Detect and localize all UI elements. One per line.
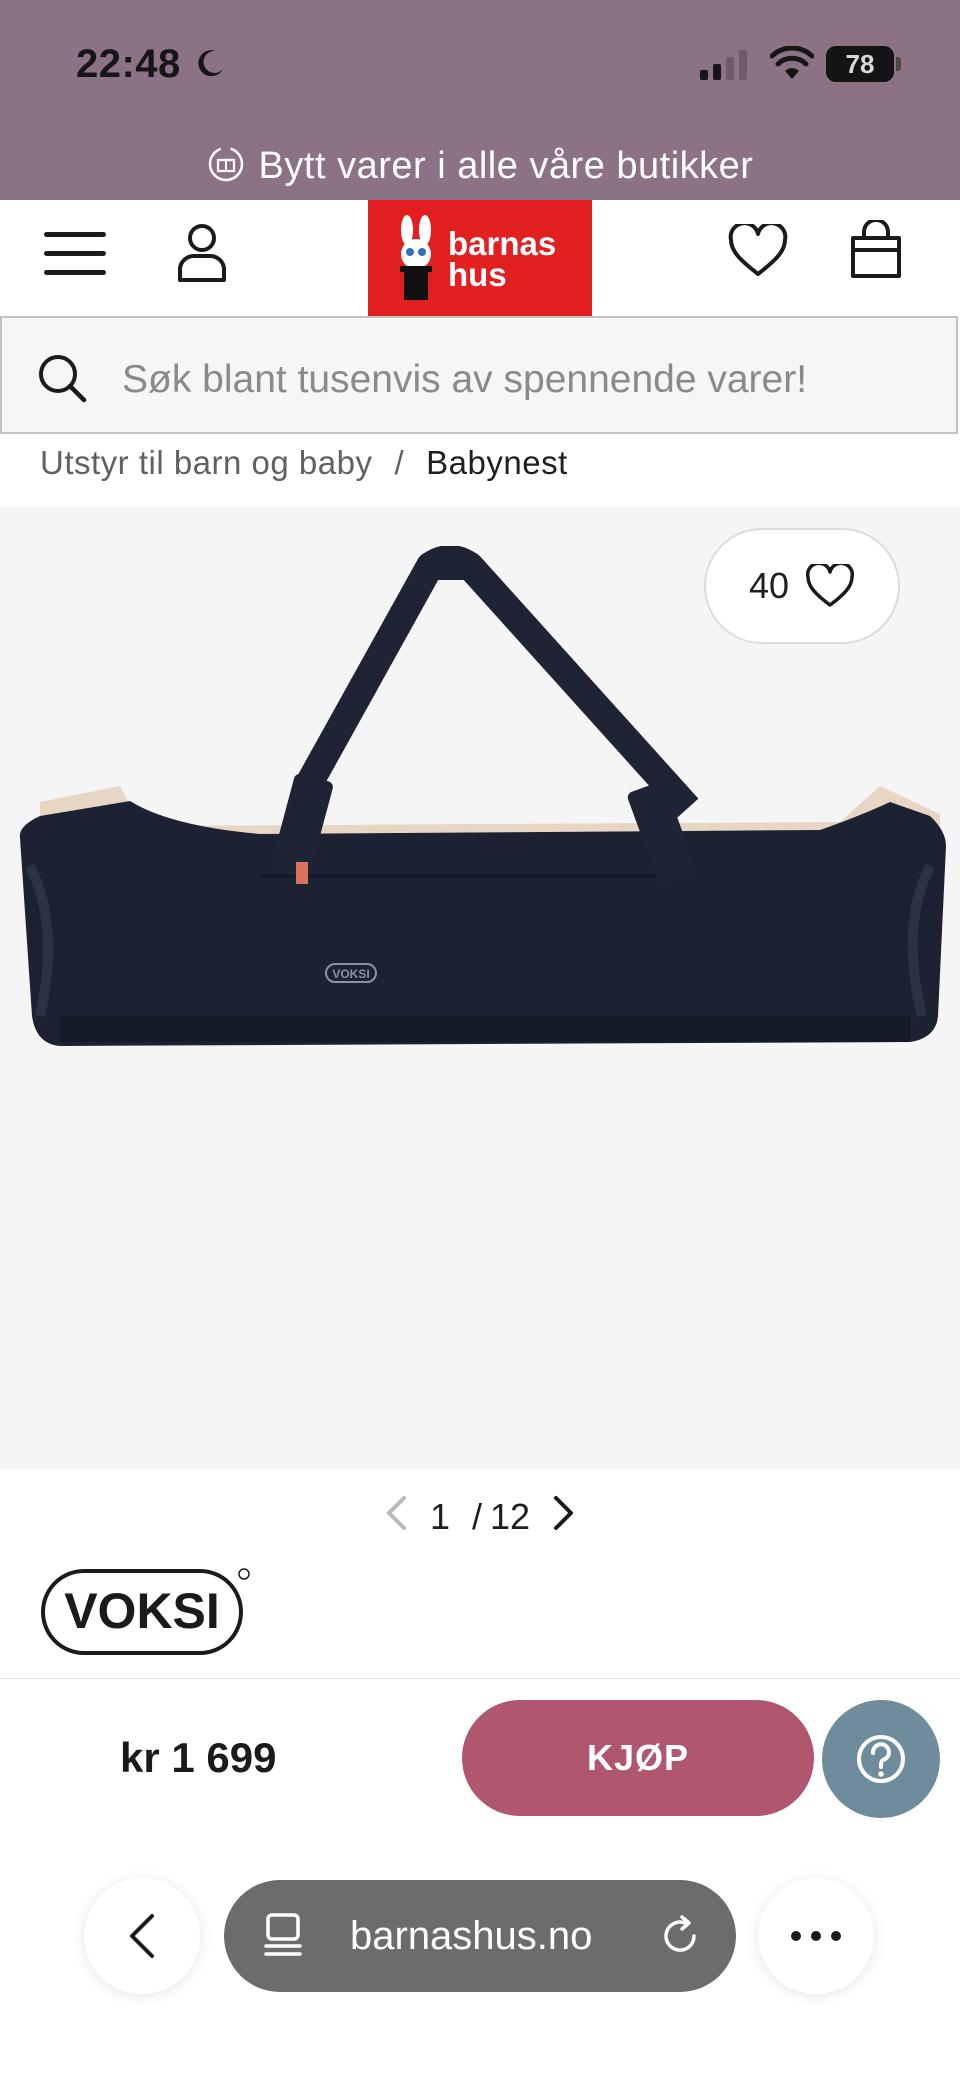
- site-logo[interactable]: barnas hus: [368, 200, 592, 316]
- gift-exchange-icon: [207, 145, 245, 188]
- search-icon[interactable]: [36, 352, 88, 409]
- breadcrumb-separator: /: [394, 444, 405, 481]
- promo-banner[interactable]: Bytt varer i alle våre butikker: [0, 132, 960, 200]
- favorite-button[interactable]: 40: [704, 528, 900, 644]
- battery-indicator: 78: [826, 46, 894, 82]
- pager-separator: /: [471, 1496, 482, 1537]
- breadcrumb-current: Babynest: [426, 444, 568, 481]
- buy-button[interactable]: KJØP: [462, 1700, 814, 1816]
- cart-button[interactable]: [848, 218, 904, 285]
- menu-icon: [44, 232, 106, 275]
- pager-total: 12: [490, 1496, 531, 1537]
- more-icon: [791, 1931, 841, 1941]
- status-bar: 22:48 78: [0, 0, 960, 132]
- chevron-right-icon[interactable]: [552, 1495, 576, 1540]
- status-time: 22:48: [76, 42, 181, 86]
- help-button[interactable]: [822, 1700, 940, 1818]
- heart-icon: [728, 221, 788, 276]
- product-price: kr 1 699: [120, 1734, 277, 1781]
- chevron-left-icon: [130, 1914, 154, 1958]
- help-icon: [857, 1735, 905, 1783]
- pager-current: 1: [429, 1496, 450, 1537]
- battery-cap: [896, 57, 901, 71]
- logo-line1: barnas: [448, 225, 557, 262]
- bunny-logo-icon: [400, 215, 432, 300]
- brand-logo[interactable]: VOKSI: [40, 1566, 252, 1663]
- search-input[interactable]: Søk blant tusenvis av spennende varer!: [122, 358, 807, 402]
- user-icon: [178, 224, 226, 282]
- moon-icon: [196, 48, 226, 83]
- bag-icon: [851, 218, 901, 278]
- wifi-icon: [769, 45, 815, 85]
- product-image[interactable]: VOKSI: [0, 546, 960, 1406]
- reload-icon[interactable]: [658, 1914, 702, 1963]
- product-image-logo: VOKSI: [332, 967, 369, 981]
- product-gallery[interactable]: VOKSI: [0, 506, 960, 1470]
- account-button[interactable]: [176, 222, 228, 289]
- heart-icon: [805, 564, 855, 607]
- wishlist-button[interactable]: [728, 221, 788, 283]
- gallery-pager: 1 / 12: [0, 1492, 960, 1542]
- brand-name: VOKSI: [64, 1583, 220, 1639]
- browser-more-button[interactable]: [758, 1878, 874, 1994]
- browser-url[interactable]: barnashus.no: [350, 1914, 592, 1959]
- tabs-icon[interactable]: [262, 1912, 304, 1963]
- search-bar[interactable]: Søk blant tusenvis av spennende varer!: [0, 316, 958, 434]
- promo-text: Bytt varer i alle våre butikker: [258, 144, 754, 187]
- browser-back-button[interactable]: [84, 1878, 200, 1994]
- logo-text: barnas hus: [448, 225, 557, 293]
- browser-url-bar[interactable]: barnashus.no: [224, 1880, 736, 1992]
- logo-line2: hus: [448, 256, 507, 293]
- breadcrumb: Utstyr til barn og baby / Babynest: [40, 444, 568, 482]
- favorite-count: 40: [748, 565, 790, 606]
- menu-button[interactable]: [44, 228, 108, 285]
- breadcrumb-parent[interactable]: Utstyr til barn og baby: [40, 444, 372, 481]
- chevron-left-icon[interactable]: [384, 1495, 408, 1540]
- signal-icon: [700, 50, 752, 85]
